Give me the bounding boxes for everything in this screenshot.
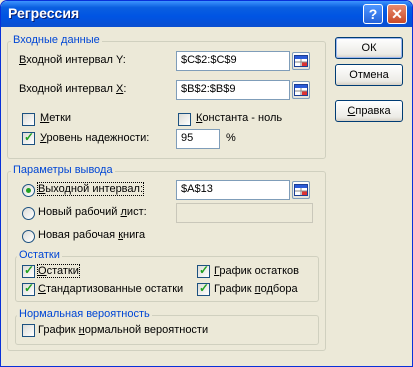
new-sheet-label: Новый рабочий лист: [38,206,147,218]
residual-plot-checkbox[interactable] [197,263,210,278]
output-range-input[interactable]: $A$13 [176,180,290,200]
x-range-label: Входной интервал X: [19,83,127,95]
labels-checkbox[interactable] [22,113,35,126]
confidence-input[interactable]: 95 [176,129,220,149]
normal-prob-group-label: Нормальная вероятность [17,308,152,320]
regression-dialog: Регрессия ? ✕ Входные данные Входной инт… [0,0,413,367]
window-title: Регрессия [8,5,80,21]
constant-zero-checkbox[interactable] [178,113,191,126]
cancel-button[interactable]: Отмена [335,64,403,86]
x-range-picker-button[interactable] [292,81,310,99]
residuals-checkbox[interactable] [22,263,35,278]
confidence-label: Уровень надежности: [40,132,150,144]
new-sheet-input[interactable] [176,203,313,223]
output-range-picker-button[interactable] [292,181,310,199]
residual-plot-label: График остатков [214,265,299,277]
ok-button[interactable]: ОК [335,37,403,59]
residuals-label: Остатки [37,264,80,278]
output-range-label: Выходной интервал: [37,182,144,196]
percent-label: % [226,132,236,144]
normal-prob-plot-checkbox[interactable] [22,324,35,337]
residuals-group-label: Остатки [17,249,62,261]
y-range-label: Входной интервал Y: [19,54,126,66]
close-icon[interactable]: ✕ [387,4,407,24]
fit-plot-label: График подбора [214,283,298,295]
normal-prob-plot-label: График нормальной вероятности [38,324,209,336]
confidence-checkbox[interactable] [22,130,35,145]
y-range-picker-button[interactable] [292,52,310,70]
range-picker-icon [294,84,308,96]
range-picker-icon [294,184,308,196]
labels-label: Метки [40,112,72,124]
new-sheet-radio[interactable] [22,207,35,220]
std-residuals-label: Стандартизованные остатки [38,283,184,295]
output-range-radio[interactable] [22,184,35,197]
help-icon[interactable]: ? [363,4,383,24]
range-picker-icon [294,55,308,67]
new-book-radio[interactable] [22,230,35,243]
fit-plot-checkbox[interactable] [197,281,210,296]
std-residuals-checkbox[interactable] [22,281,35,296]
help-button[interactable]: Справка [335,100,403,122]
y-range-input[interactable]: $C$2:$C$9 [176,51,290,71]
constant-zero-label: Константа - ноль [196,112,283,124]
input-group-label: Входные данные [11,34,102,46]
residuals-group [15,256,319,302]
output-group-label: Параметры вывода [11,164,115,176]
title-bar[interactable]: Регрессия ? ✕ [1,1,412,27]
new-book-label: Новая рабочая книга [38,229,146,241]
x-range-input[interactable]: $B$2:$B$9 [176,80,290,100]
